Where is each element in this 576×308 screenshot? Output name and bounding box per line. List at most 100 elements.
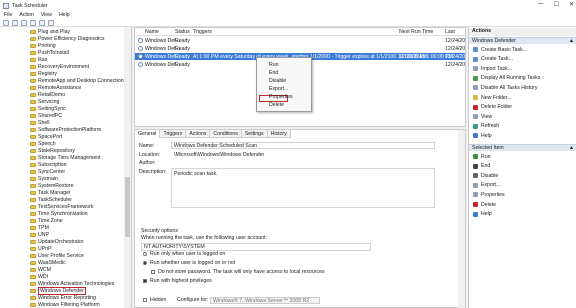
highest-privileges-checkbox[interactable] (143, 279, 147, 283)
action-item[interactable]: Delete Folder (473, 104, 512, 111)
hidden-checkbox[interactable] (143, 298, 147, 302)
col-status[interactable]: Status (175, 29, 190, 35)
tree-item[interactable]: Windows Activation Technologies (30, 280, 114, 287)
maximize-button[interactable]: ☐ (554, 1, 559, 8)
tree-item[interactable]: Time Synchronization (30, 210, 88, 217)
tree-item[interactable]: RetailDemo (30, 91, 65, 98)
tree-item[interactable]: SpacePort (30, 133, 62, 140)
col-name[interactable]: Name (145, 29, 159, 35)
actions-section-selected[interactable]: Selected Item ▲ (469, 144, 576, 151)
context-delete[interactable]: Delete (269, 102, 284, 109)
do-not-store-password-checkbox[interactable] (151, 270, 155, 274)
tree-item[interactable]: StateRepository (30, 147, 75, 154)
context-end[interactable]: End (269, 70, 278, 77)
tab-triggers[interactable]: Triggers (160, 130, 187, 138)
run-logged-on-radio[interactable] (143, 252, 147, 256)
tree-item[interactable]: TextServicesFramework (30, 203, 93, 210)
tree-scrollbar[interactable] (124, 27, 131, 308)
action-item[interactable]: End (473, 163, 490, 170)
tree-item[interactable]: SoftwareProtectionPlatform (30, 126, 101, 133)
context-export[interactable]: Export... (269, 86, 288, 93)
tree-item[interactable]: Storage Tiers Management (30, 154, 101, 161)
forward-icon[interactable] (12, 19, 18, 26)
tree-item[interactable]: TaskScheduler (30, 196, 72, 203)
task-row[interactable]: Windows Def... Ready 12/24/20 (135, 37, 465, 44)
tree-item[interactable]: WDI (30, 273, 48, 280)
tree-item[interactable]: SyncCenter (30, 168, 65, 175)
up-folder-icon[interactable] (21, 19, 27, 26)
tab-settings[interactable]: Settings (241, 130, 268, 138)
action-item[interactable]: Properties (473, 191, 505, 198)
tree-item[interactable]: Task Manager (30, 189, 71, 196)
collapse-arrow-icon[interactable]: ▲ (569, 145, 574, 151)
action-item[interactable]: Create Task... (473, 56, 513, 63)
tree-item[interactable]: Speech (30, 140, 56, 147)
menu-file[interactable]: File (4, 12, 12, 18)
action-item[interactable]: Import Task... (473, 65, 512, 72)
action-item[interactable]: Create Basic Task... (473, 46, 527, 53)
action-item[interactable]: Disable (473, 172, 498, 179)
tree-item[interactable]: Windows Defender (30, 286, 86, 295)
col-triggers[interactable]: Triggers (193, 29, 212, 35)
tree-item[interactable]: UpdateOrchestrator (30, 238, 84, 245)
tree-item[interactable]: SystemRestore (30, 182, 73, 189)
tree-item[interactable]: Power Efficiency Diagnostics (30, 35, 105, 42)
configure-for-dropdown[interactable]: Windows® 7, Windows Server™ 2008 R2 (210, 297, 320, 304)
tree-item[interactable]: TPM (30, 224, 49, 231)
tab-history[interactable]: History (267, 130, 291, 138)
task-row[interactable]: Windows Def... Ready 12/24/20 (135, 45, 465, 52)
tree-item[interactable]: UNP (30, 231, 49, 238)
actions-section-folder[interactable]: Windows Defender ▲ (469, 37, 576, 44)
context-run[interactable]: Run (269, 62, 279, 69)
tree-item[interactable]: RemoteAssistance (30, 84, 81, 91)
tree-item[interactable]: Windows Error Reporting (30, 294, 96, 301)
back-icon[interactable] (3, 19, 9, 26)
tree-item[interactable]: Plug and Play (30, 28, 70, 35)
tree-item[interactable]: PushToInstall (30, 49, 69, 56)
action-item[interactable]: Help (473, 132, 492, 139)
tree-item[interactable]: Windows Filtering Platform (30, 301, 100, 308)
tree-item[interactable]: Shell (30, 119, 50, 126)
description-field[interactable]: Periodic scan task. (171, 168, 435, 208)
context-properties[interactable]: Properties (269, 94, 293, 101)
action-item[interactable]: Help (473, 211, 492, 218)
action-item[interactable]: Display All Running Tasks (473, 75, 540, 82)
tree-item[interactable]: SettingSync (30, 105, 66, 112)
tree-item[interactable]: SharedPC (30, 112, 62, 119)
menu-help[interactable]: Help (59, 12, 70, 18)
action-item[interactable]: View (473, 113, 492, 120)
tree-item[interactable]: Time Zone (30, 217, 63, 224)
tree-item[interactable]: UPnP (30, 245, 52, 252)
tree-scroll-thumb[interactable] (125, 177, 130, 237)
col-last-run[interactable]: Last (445, 29, 455, 35)
tree-item[interactable]: Servicing (30, 98, 59, 105)
tree-item[interactable]: Printing (30, 42, 56, 49)
col-next-run[interactable]: Next Run Time (399, 29, 433, 35)
run-whether-logged-radio[interactable] (143, 261, 147, 265)
show-hide-icon[interactable] (48, 19, 54, 26)
details-scrollbar[interactable] (458, 130, 465, 308)
action-item[interactable]: New Folder... (473, 94, 512, 101)
menu-action[interactable]: Action (19, 12, 33, 18)
context-disable[interactable]: Disable (269, 78, 286, 85)
tree-item[interactable]: Registry (30, 70, 57, 77)
action-item[interactable]: Run (473, 153, 491, 160)
action-item[interactable]: Export... (473, 182, 500, 189)
console-tree-icon[interactable] (30, 19, 36, 26)
close-button[interactable]: ✕ (569, 1, 574, 8)
action-item[interactable]: Refresh (473, 123, 499, 130)
tree-item[interactable]: Subscription (30, 161, 67, 168)
tree-item[interactable]: RemoteApp and Desktop Connections Upda (30, 77, 131, 84)
action-item[interactable]: Delete (473, 201, 496, 208)
tab-conditions[interactable]: Conditions (210, 130, 242, 138)
action-item[interactable]: Disable All Tasks History (473, 84, 537, 91)
help-icon[interactable] (39, 19, 45, 26)
minimize-button[interactable]: — (538, 1, 544, 8)
tree-item[interactable]: WaaSMedic (30, 259, 66, 266)
tab-actions[interactable]: Actions (186, 130, 211, 138)
tree-item[interactable]: RecoveryEnvironment (30, 63, 89, 70)
name-field[interactable]: Windows Defender Scheduled Scan (171, 142, 435, 149)
collapse-arrow-icon[interactable]: ▲ (569, 38, 574, 44)
tree-item[interactable]: Sysmain (30, 175, 58, 182)
tree-item[interactable]: User Profile Service (30, 252, 84, 259)
